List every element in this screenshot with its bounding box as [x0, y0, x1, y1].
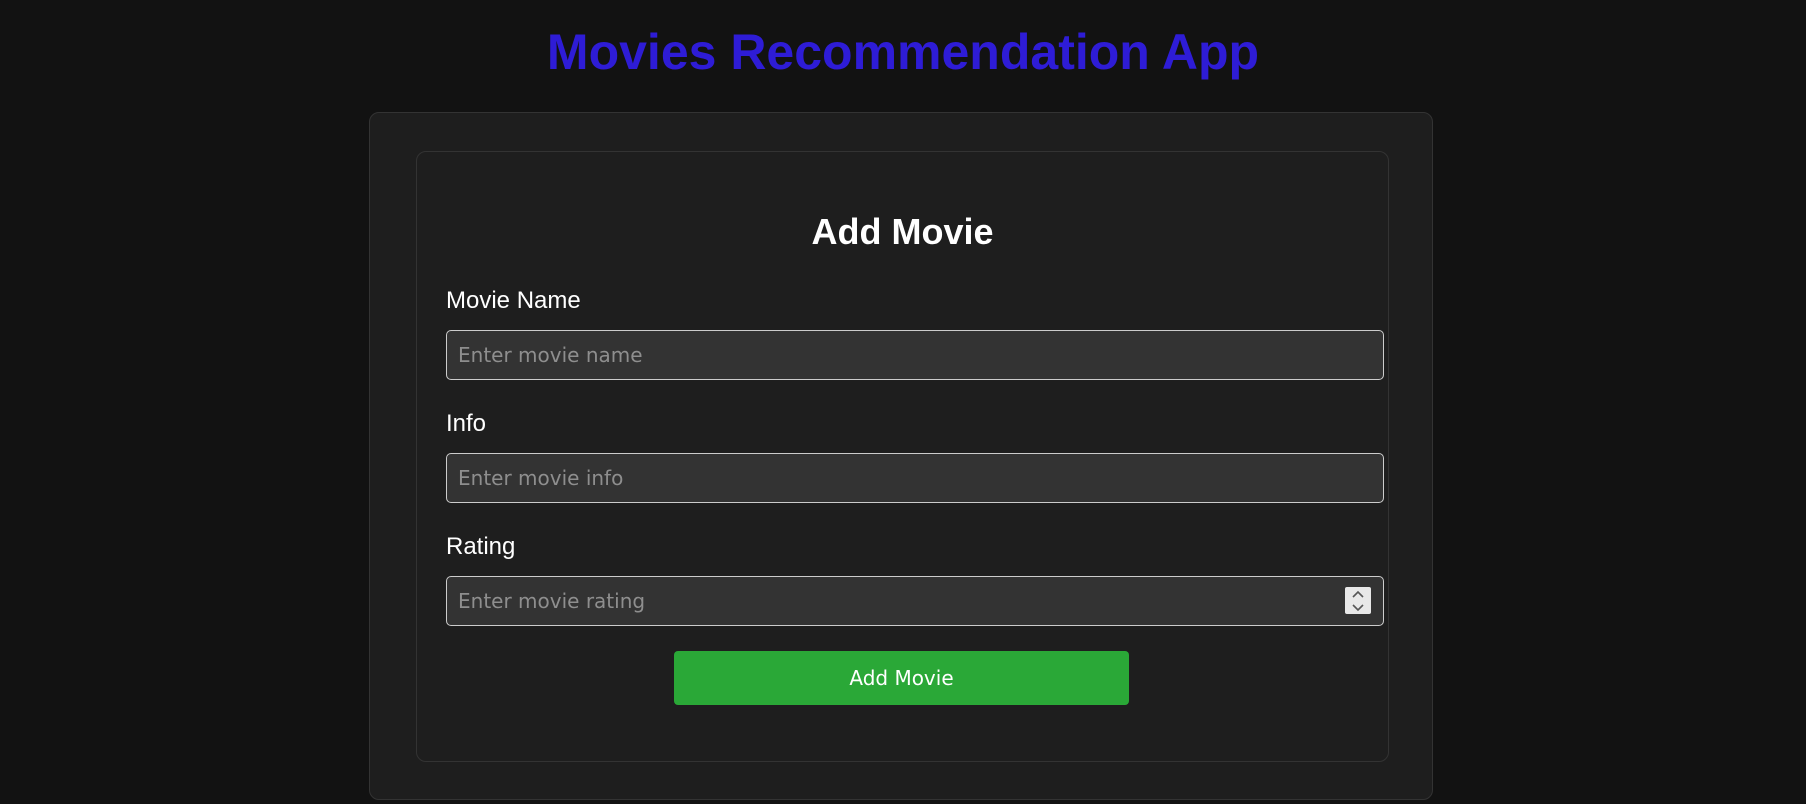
rating-input[interactable] [446, 576, 1384, 626]
app-title: Movies Recommendation App [546, 24, 1260, 80]
main-panel: Add Movie Movie Name Info Rating Add Mov… [369, 112, 1433, 800]
movie-name-label: Movie Name [446, 287, 581, 314]
chevron-up-icon[interactable] [1345, 587, 1371, 600]
chevron-down-icon[interactable] [1345, 601, 1371, 614]
add-movie-form: Add Movie Movie Name Info Rating Add Mov… [416, 151, 1389, 762]
rating-label: Rating [446, 533, 516, 560]
rating-field [446, 576, 1384, 626]
info-input[interactable] [446, 453, 1384, 503]
add-movie-button[interactable]: Add Movie [674, 651, 1129, 705]
info-label: Info [446, 410, 487, 437]
rating-spinner[interactable] [1345, 587, 1371, 614]
movie-name-input[interactable] [446, 330, 1384, 380]
form-heading: Add Movie [811, 211, 994, 252]
